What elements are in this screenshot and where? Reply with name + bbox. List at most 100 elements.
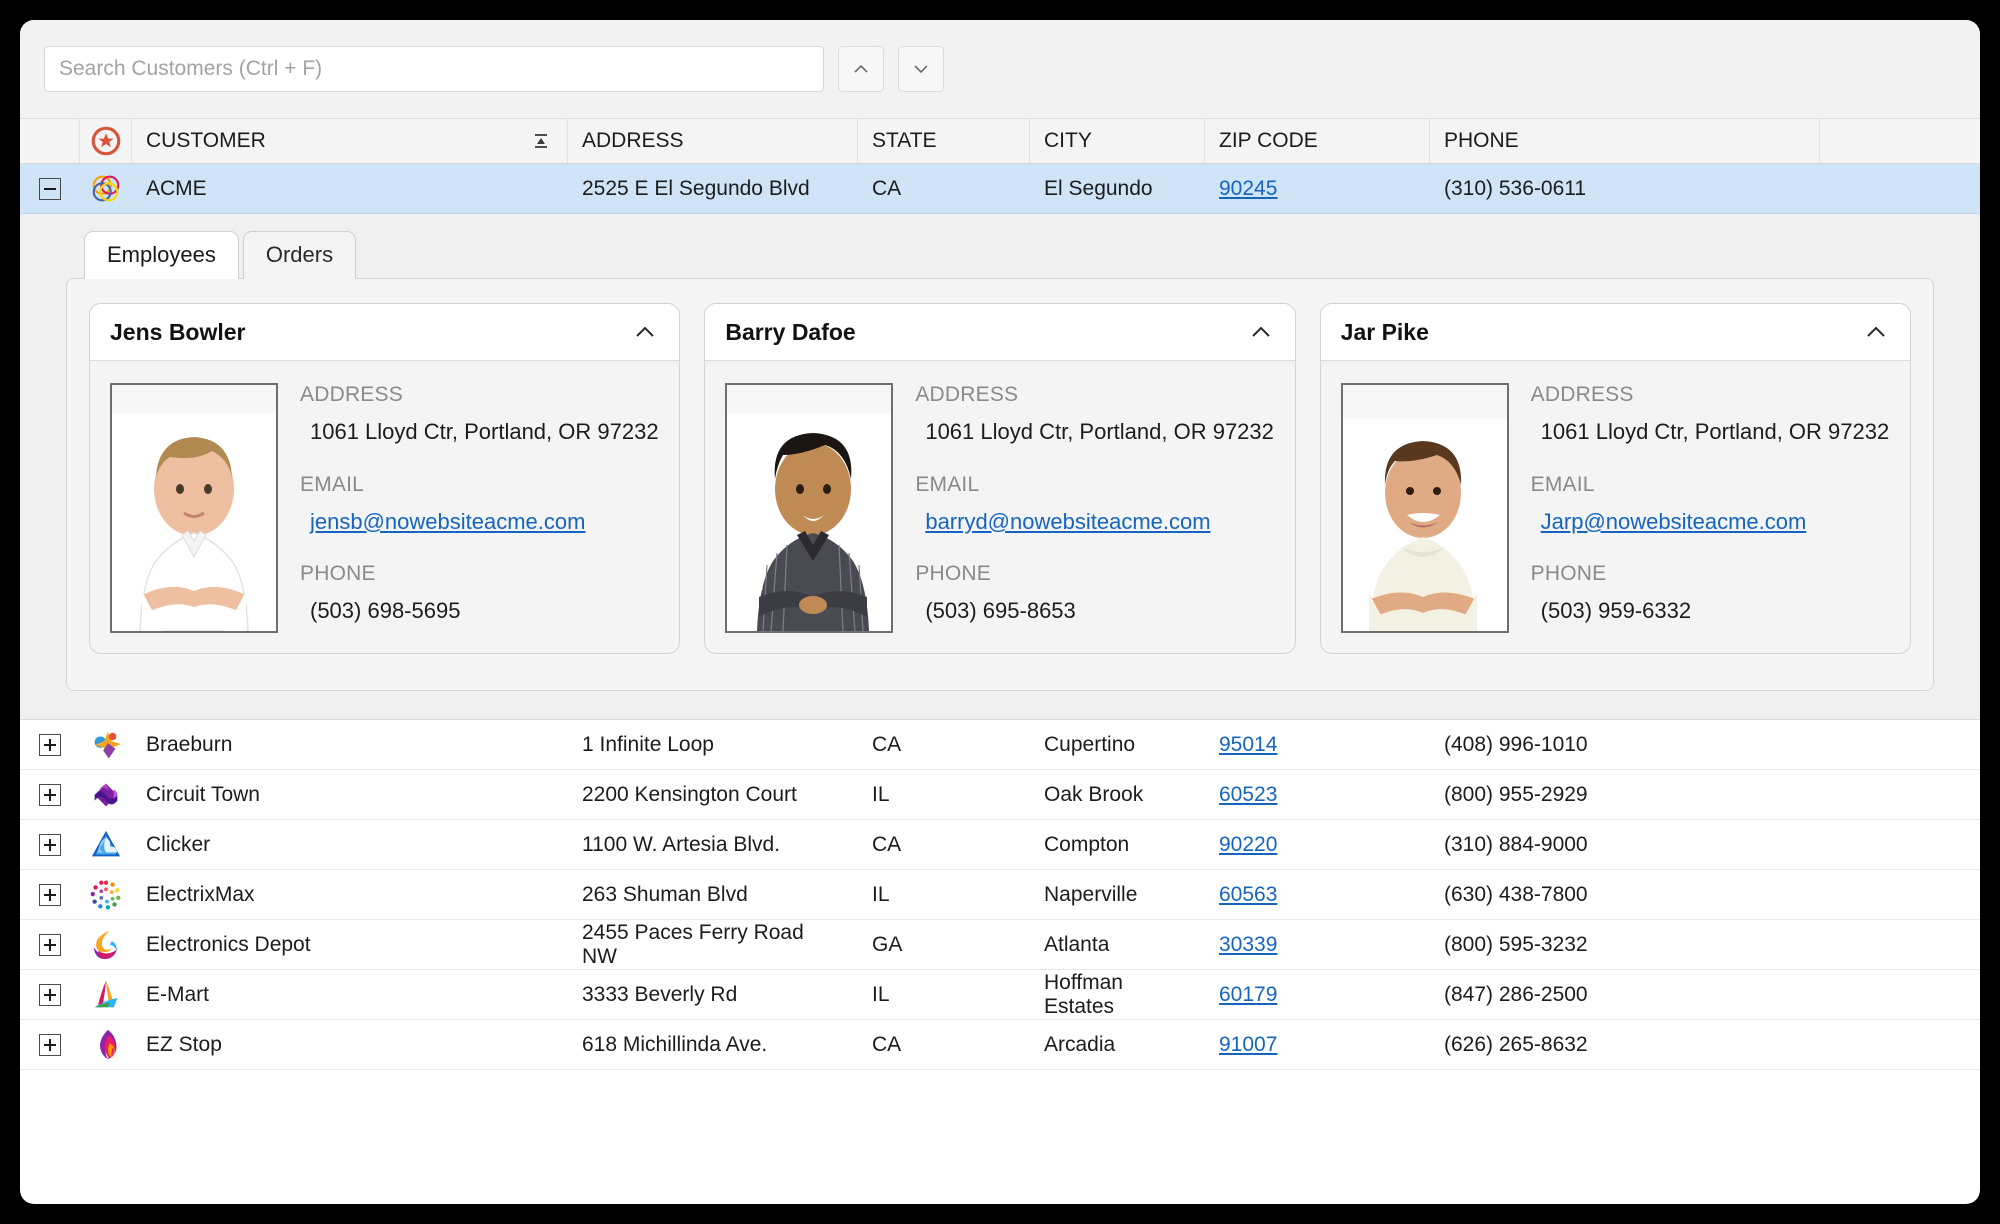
e-mart-logo-icon <box>94 980 118 1007</box>
row-logo-cell <box>80 720 132 769</box>
collapse-chevron-up-icon[interactable] <box>631 318 659 346</box>
row-expander-cell[interactable] <box>20 870 80 919</box>
cell-customer: Electronics Depot <box>146 932 311 956</box>
detail-tablist: Employees Orders <box>66 230 1934 279</box>
label-phone: PHONE <box>915 562 992 586</box>
cell-customer: ElectrixMax <box>146 882 255 906</box>
expand-icon[interactable] <box>39 1033 61 1056</box>
expand-icon[interactable] <box>39 983 61 1006</box>
cell-state: CA <box>872 732 902 756</box>
cell-state: CA <box>872 832 902 856</box>
employee-name: Jar Pike <box>1340 318 1429 345</box>
grid-header-row: CUSTOMER ADDRESS STATE CITY ZIP CODE PHO… <box>20 118 1980 164</box>
row-expander-cell[interactable] <box>20 920 80 969</box>
row-expander-cell[interactable] <box>20 164 80 213</box>
zip-link[interactable]: 90245 <box>1219 177 1277 201</box>
cell-filler <box>1820 820 1980 869</box>
expand-icon[interactable] <box>39 933 61 956</box>
row-expander-cell[interactable] <box>20 820 80 869</box>
row-expander-cell[interactable] <box>20 970 80 1019</box>
row-expander-cell[interactable] <box>20 1020 80 1069</box>
tab-employees[interactable]: Employees <box>84 231 239 279</box>
cell-zip: 95014 <box>1205 720 1430 769</box>
zip-link[interactable]: 95014 <box>1219 733 1277 757</box>
employee-card-header[interactable]: Jens Bowler <box>90 304 680 361</box>
table-row[interactable]: ACME 2525 E El Segundo Blvd CA El Segund… <box>20 164 1980 214</box>
label-phone: PHONE <box>1530 562 1607 586</box>
cell-zip: 91007 <box>1205 1020 1430 1069</box>
employee-card-header[interactable]: Barry Dafoe <box>705 304 1295 361</box>
collapse-chevron-up-icon[interactable] <box>1862 318 1890 346</box>
collapse-chevron-up-icon[interactable] <box>1247 318 1275 346</box>
table-row[interactable]: Circuit Town 2200 Kensington Court IL Oak B… <box>20 770 1980 820</box>
header-expander-column <box>20 119 80 163</box>
cell-address: 1100 W. Artesia Blvd. <box>582 832 781 856</box>
search-prev-button[interactable] <box>838 46 884 92</box>
search-next-button[interactable] <box>898 46 944 92</box>
cell-phone: (847) 286-2500 <box>1444 982 1588 1006</box>
zip-link[interactable]: 90220 <box>1219 833 1277 857</box>
zip-link[interactable]: 60523 <box>1219 783 1277 807</box>
search-input[interactable] <box>44 46 824 92</box>
header-cell-customer[interactable]: CUSTOMER <box>132 119 568 163</box>
cell-phone: (630) 438-7800 <box>1444 882 1588 906</box>
header-cell-state[interactable]: STATE <box>858 119 1030 163</box>
table-row[interactable]: ElectrixMax 263 Shuman Blvd IL Naperville 60… <box>20 870 1980 920</box>
cell-address: 263 Shuman Blvd <box>582 882 748 906</box>
cell-city: Cupertino <box>1044 732 1136 756</box>
employee-card: Jens Bowler ADDRESS 1061 Lloyd Ctr, Port… <box>89 303 681 654</box>
cell-filler <box>1820 970 1980 1019</box>
employee-fields: ADDRESS 1061 Lloyd Ctr, Portland, OR 972… <box>300 383 659 633</box>
cell-city: Hoffman Estates <box>1044 970 1123 1018</box>
employee-card-body: ADDRESS 1061 Lloyd Ctr, Portland, OR 972… <box>705 361 1294 653</box>
header-cell-city[interactable]: CITY <box>1030 119 1205 163</box>
cell-phone: (626) 265-8632 <box>1444 1032 1588 1056</box>
row-expander-cell[interactable] <box>20 720 80 769</box>
employee-card-header[interactable]: Jar Pike <box>1320 304 1910 361</box>
cell-filler <box>1820 920 1980 969</box>
employee-fields: ADDRESS 1061 Lloyd Ctr, Portland, OR 972… <box>915 383 1274 633</box>
header-cell-address[interactable]: ADDRESS <box>568 119 858 163</box>
column-filter-icon[interactable] <box>529 129 553 153</box>
chevron-down-icon <box>914 65 928 74</box>
braeburn-logo-icon <box>94 731 122 758</box>
header-cell-zip[interactable]: ZIP CODE <box>1205 119 1430 163</box>
cell-zip: 90220 <box>1205 820 1430 869</box>
tab-orders[interactable]: Orders <box>242 231 357 279</box>
expand-icon[interactable] <box>39 733 61 756</box>
label-phone: PHONE <box>300 562 376 586</box>
expand-icon[interactable] <box>39 783 61 806</box>
zip-link[interactable]: 91007 <box>1219 1033 1277 1057</box>
cell-city: Compton <box>1044 832 1130 856</box>
expand-icon[interactable] <box>39 833 61 856</box>
value-address: 1061 Lloyd Ctr, Portland, OR 97232 <box>310 419 659 444</box>
value-email-link[interactable]: jensb@nowebsiteacme.com <box>300 507 659 537</box>
table-row[interactable]: Electronics Depot 2455 Paces Ferry Road N… <box>20 920 1980 970</box>
cell-filler <box>1820 164 1980 213</box>
employees-tabpanel: Jens Bowler ADDRESS 1061 Lloyd Ctr, Port… <box>66 278 1934 691</box>
row-logo-cell <box>80 164 132 213</box>
table-row[interactable]: Clicker 1100 W. Artesia Blvd. CA Compton 902… <box>20 820 1980 870</box>
collapse-icon[interactable] <box>39 177 61 200</box>
header-cell-phone[interactable]: PHONE <box>1430 119 1820 163</box>
table-row[interactable]: E-Mart 3333 Beverly Rd IL Hoffman Estates 60… <box>20 970 1980 1020</box>
zip-link[interactable]: 30339 <box>1219 933 1277 957</box>
table-row[interactable]: Braeburn 1 Infinite Loop CA Cupertino 95014 (… <box>20 720 1980 770</box>
value-email-link[interactable]: barryd@nowebsiteacme.com <box>915 507 1274 537</box>
cell-phone: (800) 595-3232 <box>1444 932 1588 956</box>
row-logo-cell <box>80 970 132 1019</box>
zip-link[interactable]: 60179 <box>1219 983 1277 1007</box>
cell-state: IL <box>872 882 890 906</box>
electrixmax-logo-icon <box>90 880 121 909</box>
cell-customer: Clicker <box>146 832 211 856</box>
value-email-link[interactable]: Jarp@nowebsiteacme.com <box>1531 507 1890 537</box>
zip-link[interactable]: 60563 <box>1219 883 1277 907</box>
table-row[interactable]: EZ Stop 618 Michillinda Ave. CA Arcadia 9100… <box>20 1020 1980 1070</box>
expand-icon[interactable] <box>39 883 61 906</box>
row-indicator-icon <box>91 126 120 156</box>
ez-stop-logo-icon <box>100 1029 117 1059</box>
row-expander-cell[interactable] <box>20 770 80 819</box>
cell-phone: (408) 996-1010 <box>1444 732 1588 756</box>
cell-zip: 60523 <box>1205 770 1430 819</box>
cell-state: IL <box>872 782 890 806</box>
